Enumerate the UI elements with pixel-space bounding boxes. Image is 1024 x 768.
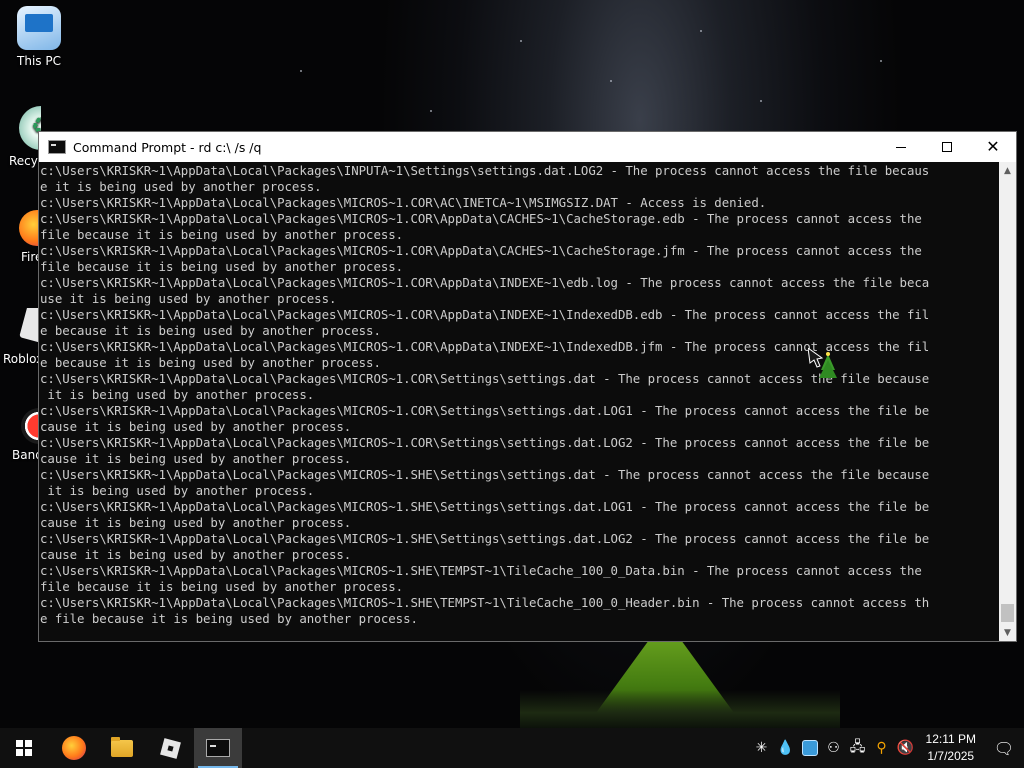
- console-line: file because it is being used by another…: [40, 227, 404, 242]
- volume-muted-icon[interactable]: 🔇: [894, 728, 918, 768]
- notification-center-button[interactable]: 🗨: [984, 728, 1024, 768]
- start-button[interactable]: [0, 728, 48, 768]
- console-line: c:\Users\KRISKR~1\AppData\Local\Packages…: [40, 531, 930, 546]
- console-line: c:\Users\KRISKR~1\AppData\Local\Packages…: [40, 163, 930, 178]
- chevron-down-icon: ▼: [1004, 627, 1011, 638]
- desktop-icon-label: Band: [12, 448, 41, 462]
- maximize-icon: [942, 142, 952, 152]
- scroll-up-button[interactable]: ▲: [999, 162, 1016, 179]
- desktop-icon-label: This PC: [17, 54, 61, 68]
- clock-time: 12:11 PM: [925, 732, 976, 746]
- console-line: c:\Users\KRISKR~1\AppData\Local\Packages…: [40, 307, 930, 322]
- taskbar-firefox[interactable]: [50, 728, 98, 768]
- console-line: c:\Users\KRISKR~1\AppData\Local\Packages…: [40, 403, 930, 418]
- app-icon[interactable]: [798, 728, 822, 768]
- console-line: cause it is being used by another proces…: [40, 419, 352, 434]
- system-tray: ✳ 💧 ⚇ 🖧 ⚲ 🔇 12:11 PM 1/7/2025 🗨: [750, 728, 1024, 768]
- maximize-button[interactable]: [924, 132, 970, 162]
- console-line: it is being used by another process.: [40, 387, 315, 402]
- minimize-icon: [896, 146, 906, 148]
- snowflake-icon[interactable]: ✳: [750, 728, 774, 768]
- console-line: c:\Users\KRISKR~1\AppData\Local\Packages…: [40, 243, 922, 258]
- console-area[interactable]: c:\Users\KRISKR~1\AppData\Local\Packages…: [39, 162, 1016, 641]
- console-line: c:\Users\KRISKR~1\AppData\Local\Packages…: [40, 595, 930, 610]
- close-button[interactable]: ✕: [970, 132, 1016, 162]
- desktop-icon-roblox[interactable]: Robloxe: [1, 308, 41, 366]
- folder-icon: [111, 736, 133, 757]
- star: [880, 60, 882, 62]
- console-line: cause it is being used by another proces…: [40, 547, 352, 562]
- console-line: c:\Users\KRISKR~1\AppData\Local\Packages…: [40, 371, 930, 386]
- taskbar-file-explorer[interactable]: [98, 728, 146, 768]
- console-line: c:\Users\KRISKR~1\AppData\Local\Packages…: [40, 339, 930, 354]
- desktop-icon-band[interactable]: Band: [1, 408, 41, 462]
- taskbar-roblox[interactable]: [146, 728, 194, 768]
- clock-date: 1/7/2025: [927, 749, 975, 763]
- console-line: c:\Users\KRISKR~1\AppData\Local\Packages…: [40, 211, 922, 226]
- console-line: c:\Users\KRISKR~1\AppData\Local\Packages…: [40, 195, 767, 210]
- vertical-scrollbar[interactable]: ▲ ▼: [999, 162, 1016, 641]
- droplet-icon[interactable]: 💧: [774, 728, 798, 768]
- chevron-up-icon: ▲: [1004, 165, 1011, 176]
- console-line: e because it is being used by another pr…: [40, 323, 381, 338]
- computer-icon: [17, 6, 61, 50]
- desktop-icon-label: Firef: [21, 250, 41, 264]
- console-line: c:\Users\KRISKR~1\AppData\Local\Packages…: [40, 275, 930, 290]
- network-icon[interactable]: 🖧: [846, 728, 870, 768]
- star: [300, 70, 302, 72]
- roblox-icon: [159, 737, 181, 759]
- console-line: c:\Users\KRISKR~1\AppData\Local\Packages…: [40, 499, 930, 514]
- console-line: c:\Users\KRISKR~1\AppData\Local\Packages…: [40, 563, 922, 578]
- console-line: file because it is being used by another…: [40, 259, 404, 274]
- console-line: use it is being used by another process.: [40, 291, 337, 306]
- windows-logo-icon: [16, 740, 32, 756]
- console-line: e file because it is being used by anoth…: [40, 611, 418, 626]
- star: [520, 40, 522, 42]
- star: [430, 110, 432, 112]
- firefox-icon: [62, 736, 86, 760]
- cmd-icon: [48, 140, 66, 154]
- console-line: e because it is being used by another pr…: [40, 355, 381, 370]
- close-icon: ✕: [986, 137, 1000, 156]
- clock[interactable]: 12:11 PM 1/7/2025: [918, 731, 984, 765]
- console-output: c:\Users\KRISKR~1\AppData\Local\Packages…: [40, 163, 1000, 639]
- cmd-icon: [206, 739, 230, 757]
- command-prompt-window[interactable]: Command Prompt - rd c:\ /s /q ✕ c:\Users…: [38, 131, 1017, 642]
- console-line: file because it is being used by another…: [40, 579, 404, 594]
- console-line: cause it is being used by another proces…: [40, 451, 352, 466]
- notification-icon: 🗨: [993, 738, 1015, 758]
- star: [700, 30, 702, 32]
- desktop-icon-label: Robloxe: [3, 352, 41, 366]
- grass-wallpaper: [520, 690, 840, 728]
- network-user-icon[interactable]: ⚇: [822, 728, 846, 768]
- mouse-cursor-icon: [808, 348, 837, 378]
- console-line: e it is being used by another process.: [40, 179, 322, 194]
- console-line: c:\Users\KRISKR~1\AppData\Local\Packages…: [40, 435, 930, 450]
- taskbar: ✳ 💧 ⚇ 🖧 ⚲ 🔇 12:11 PM 1/7/2025 🗨: [0, 728, 1024, 768]
- console-line: cause it is being used by another proces…: [40, 515, 352, 530]
- console-line: it is being used by another process.: [40, 483, 315, 498]
- scrollbar-thumb[interactable]: [1001, 604, 1014, 622]
- star: [610, 80, 612, 82]
- minimize-button[interactable]: [878, 132, 924, 162]
- console-line: c:\Users\KRISKR~1\AppData\Local\Packages…: [40, 467, 930, 482]
- star: [760, 100, 762, 102]
- search-icon[interactable]: ⚲: [870, 728, 894, 768]
- desktop-icon-label: Recyc: [9, 154, 41, 168]
- taskbar-command-prompt[interactable]: [194, 728, 242, 768]
- window-title: Command Prompt - rd c:\ /s /q: [73, 139, 262, 155]
- desktop-icon-firefox[interactable]: Firef: [1, 210, 41, 264]
- desktop-icon-recycle-bin[interactable]: Recyc: [1, 106, 41, 168]
- scroll-down-button[interactable]: ▼: [999, 624, 1016, 641]
- desktop-icon-this-pc[interactable]: This PC: [1, 6, 77, 68]
- window-titlebar[interactable]: Command Prompt - rd c:\ /s /q ✕: [39, 132, 1016, 162]
